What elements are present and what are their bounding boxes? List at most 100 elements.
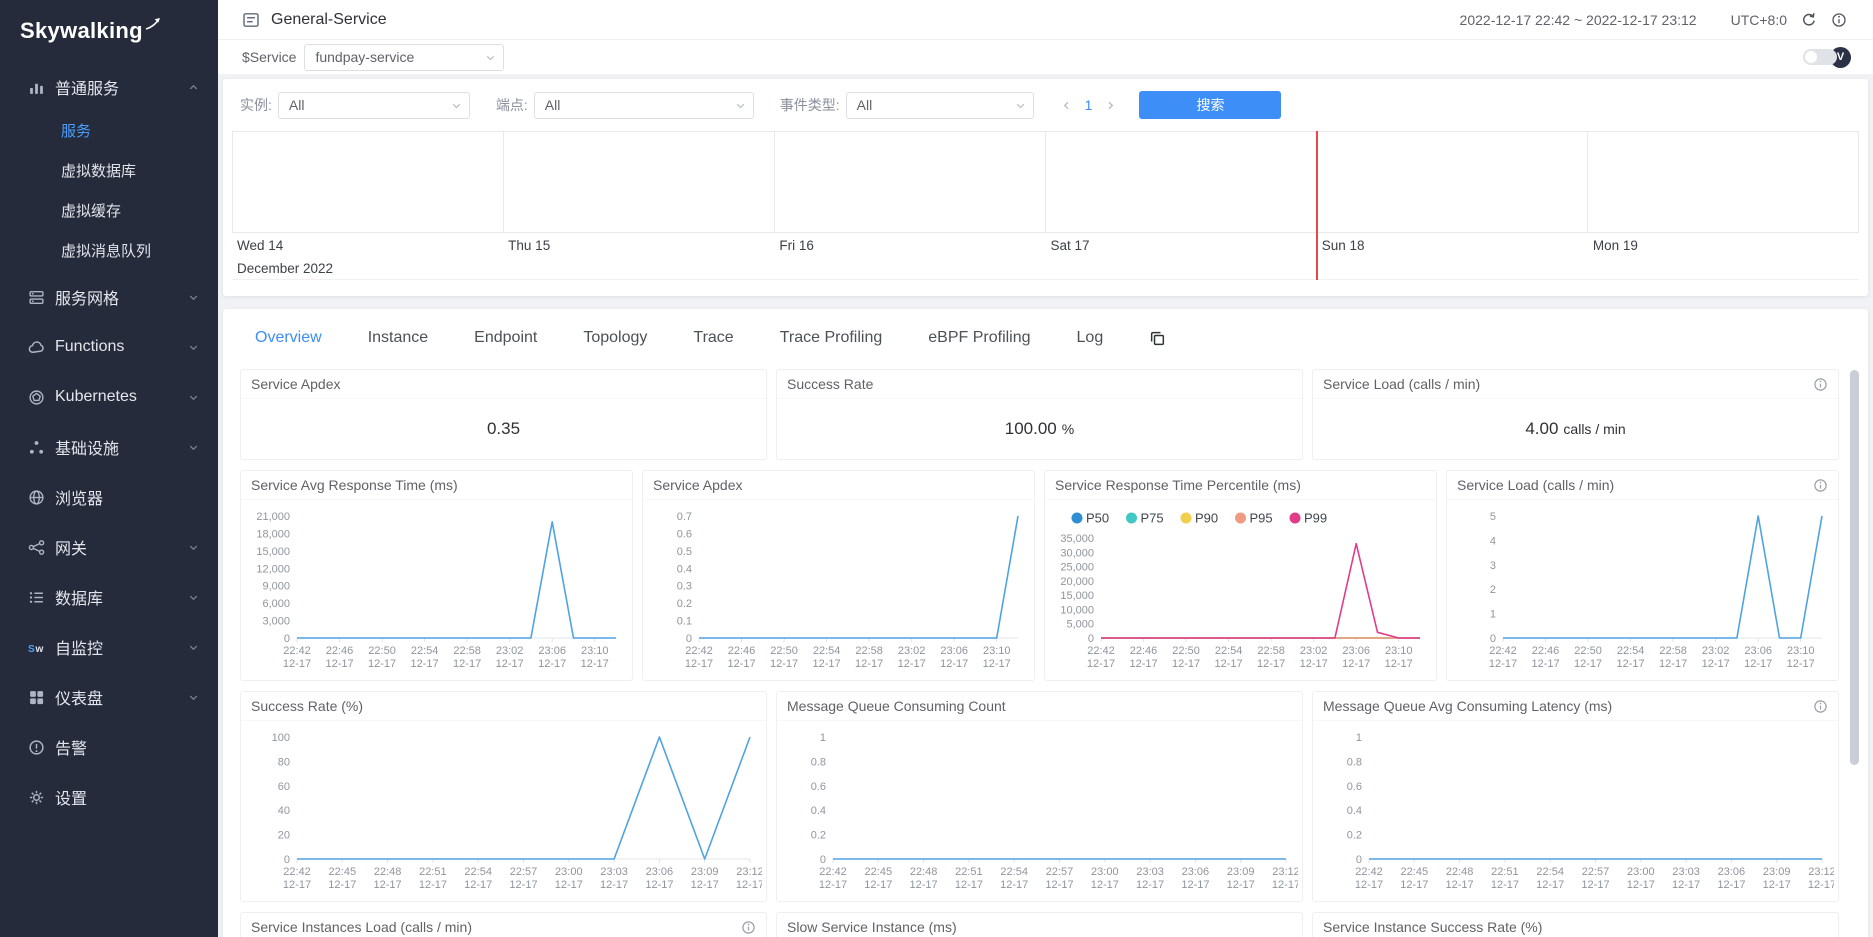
tab-trace-profiling[interactable]: Trace Profiling [780, 329, 883, 347]
prev-page-button[interactable] [1060, 99, 1073, 112]
charts-row-2: Success Rate (%) 0 20 40 60 80 100 22:42 12-17 22… [240, 691, 1839, 902]
info-icon[interactable] [1813, 478, 1828, 493]
service-select[interactable]: fundpay-service [304, 43, 505, 71]
sidebar-item[interactable]: Kubernetes [0, 372, 218, 422]
svg-text:12-17: 12-17 [1300, 658, 1328, 670]
sidebar-item[interactable]: 告警 [0, 722, 218, 772]
sidebar-item-label: 基础设施 [55, 441, 120, 458]
timeline-marker [1315, 131, 1318, 280]
service-label: $Service [242, 49, 297, 65]
timeline-cell[interactable] [1046, 132, 1317, 232]
timeline-day-label: Wed 14 [237, 238, 284, 253]
svg-text:23:03: 23:03 [600, 866, 628, 878]
tab-trace[interactable]: Trace [693, 329, 733, 347]
svg-text:22:42: 22:42 [685, 645, 713, 657]
sidebar-subitem[interactable]: 虚拟缓存 [0, 192, 218, 232]
card-title: Service Apdex [653, 477, 743, 493]
timezone[interactable]: UTC+8:0 [1731, 12, 1787, 28]
endpoint-select[interactable]: All [533, 91, 754, 119]
next-page-button[interactable] [1104, 99, 1117, 112]
pagination: 1 [1060, 97, 1118, 113]
sidebar-subitem[interactable]: 虚拟消息队列 [0, 232, 218, 272]
version-toggle[interactable]: V [1803, 46, 1851, 68]
tab-log[interactable]: Log [1077, 329, 1104, 347]
time-range[interactable]: 2022-12-17 22:42 ~ 2022-12-17 23:12 [1460, 12, 1697, 28]
sidebar-item[interactable]: 普通服务 [0, 62, 218, 112]
svg-text:23:06: 23:06 [538, 645, 566, 657]
chart-body[interactable]: 0 1 2 3 4 5 22:42 12-17 22:46 12-17 22:50 12-17 22:5… [1447, 500, 1838, 680]
chart-body[interactable]: 0 0.2 0.4 0.6 0.8 1 22:42 12-17 22:45 12-17 22:48 1… [1313, 721, 1838, 901]
svg-text:12-17: 12-17 [1091, 879, 1119, 891]
chart-body[interactable]: 0 0.2 0.4 0.6 0.8 1 22:42 12-17 22:45 12-17 22:48 1… [777, 721, 1302, 901]
info-icon[interactable] [1831, 12, 1847, 28]
sidebar-item[interactable]: 设置 [0, 772, 218, 822]
chart-body[interactable]: 0 0.1 0.2 0.3 0.4 0.5 0.6 0.7 22:42 12-17 22:46 12-… [643, 500, 1034, 680]
timeline-day-label: Fri 16 [779, 238, 814, 253]
svg-text:23:12: 23:12 [1272, 866, 1298, 878]
svg-text:12-17: 12-17 [374, 879, 402, 891]
scrollbar[interactable] [1850, 370, 1859, 765]
svg-text:35,000: 35,000 [1060, 533, 1094, 545]
refresh-icon[interactable] [1801, 12, 1817, 28]
svg-text:23:06: 23:06 [1182, 866, 1210, 878]
timeline-day-label: Mon 19 [1592, 238, 1638, 253]
sidebar-item-label: 告警 [55, 741, 88, 758]
svg-text:P90: P90 [1195, 511, 1218, 526]
timeline-cell[interactable] [775, 132, 1046, 232]
sidebar-subitem[interactable]: 服务 [0, 112, 218, 152]
chart-body[interactable]: 0 3,000 6,000 9,000 12,000 15,000 18,000 21,000… [241, 500, 632, 680]
topbar: General-Service 2022-12-17 22:42 ~ 2022-… [218, 0, 1873, 40]
tab-overview[interactable]: Overview [255, 329, 322, 347]
charts-row-3: Service Instances Load (calls / min) Slow… [240, 912, 1839, 937]
info-icon[interactable] [1813, 699, 1828, 714]
svg-text:22:48: 22:48 [910, 866, 938, 878]
sidebar-item[interactable]: 仪表盘 [0, 672, 218, 722]
menu-board-icon[interactable] [242, 11, 260, 29]
sidebar-item-label: Functions [55, 338, 125, 355]
event-type-select[interactable]: All [845, 91, 1034, 119]
tab-endpoint[interactable]: Endpoint [474, 329, 537, 347]
timeline-cell[interactable] [1317, 132, 1588, 232]
svg-text:22:51: 22:51 [419, 866, 447, 878]
svg-text:12-17: 12-17 [1581, 879, 1609, 891]
logo[interactable]: Skywalking [0, 0, 218, 62]
sidebar-item[interactable]: 网关 [0, 522, 218, 572]
info-icon[interactable] [1813, 377, 1828, 392]
sidebar-menu: 普通服务 服务 虚拟数据库 虚拟缓存 虚拟消息队列 服务网格 Functions Kubern… [0, 62, 218, 937]
svg-text:23:09: 23:09 [691, 866, 719, 878]
timeline-cell[interactable] [1588, 132, 1858, 232]
dashboard-icon [28, 689, 45, 706]
chart-card: Message Queue Avg Consuming Latency (ms)… [1312, 691, 1839, 902]
svg-text:12-17: 12-17 [983, 658, 1011, 670]
tab-ebpf-profiling[interactable]: eBPF Profiling [928, 329, 1030, 347]
tab-topology[interactable]: Topology [583, 329, 647, 347]
tab-instance[interactable]: Instance [368, 329, 428, 347]
search-button[interactable]: 搜索 [1139, 91, 1282, 119]
chart-body[interactable]: 0 20 40 60 80 100 22:42 12-17 22:45 12-17 22:48 12-… [241, 721, 766, 901]
svg-text:0.6: 0.6 [677, 528, 692, 540]
chart-body[interactable]: 0 5,000 10,000 15,000 20,000 25,000 30,000 35,0… [1045, 500, 1436, 680]
page-number[interactable]: 1 [1085, 97, 1093, 113]
svg-text:6,000: 6,000 [262, 598, 290, 610]
sidebar-item[interactable]: Sw 自监控 [0, 622, 218, 672]
timeline-cell[interactable] [233, 132, 504, 232]
sidebar-item[interactable]: 浏览器 [0, 472, 218, 522]
svg-text:0.6: 0.6 [1347, 781, 1362, 793]
card-title: Slow Service Instance (ms) [787, 919, 957, 935]
sidebar-subitem[interactable]: 虚拟数据库 [0, 152, 218, 192]
sidebar-item[interactable]: 数据库 [0, 572, 218, 622]
service-select-value: fundpay-service [315, 49, 415, 65]
timeline-cell[interactable] [504, 132, 775, 232]
chart-canvas: 00.10.20.30.40.50.60.722:4212-1722:4612-… [677, 511, 1019, 670]
svg-text:22:54: 22:54 [1215, 645, 1243, 657]
svg-text:1: 1 [820, 732, 826, 744]
svg-text:22:46: 22:46 [1130, 645, 1158, 657]
svg-text:12-17: 12-17 [1215, 658, 1243, 670]
sidebar-item[interactable]: Functions [0, 322, 218, 372]
dashboard-settings-icon[interactable] [1149, 330, 1166, 347]
sidebar-item[interactable]: 基础设施 [0, 422, 218, 472]
instance-select[interactable]: All [277, 91, 470, 119]
info-icon[interactable] [741, 920, 756, 935]
sidebar-item[interactable]: 服务网格 [0, 272, 218, 322]
svg-text:23:10: 23:10 [581, 645, 609, 657]
